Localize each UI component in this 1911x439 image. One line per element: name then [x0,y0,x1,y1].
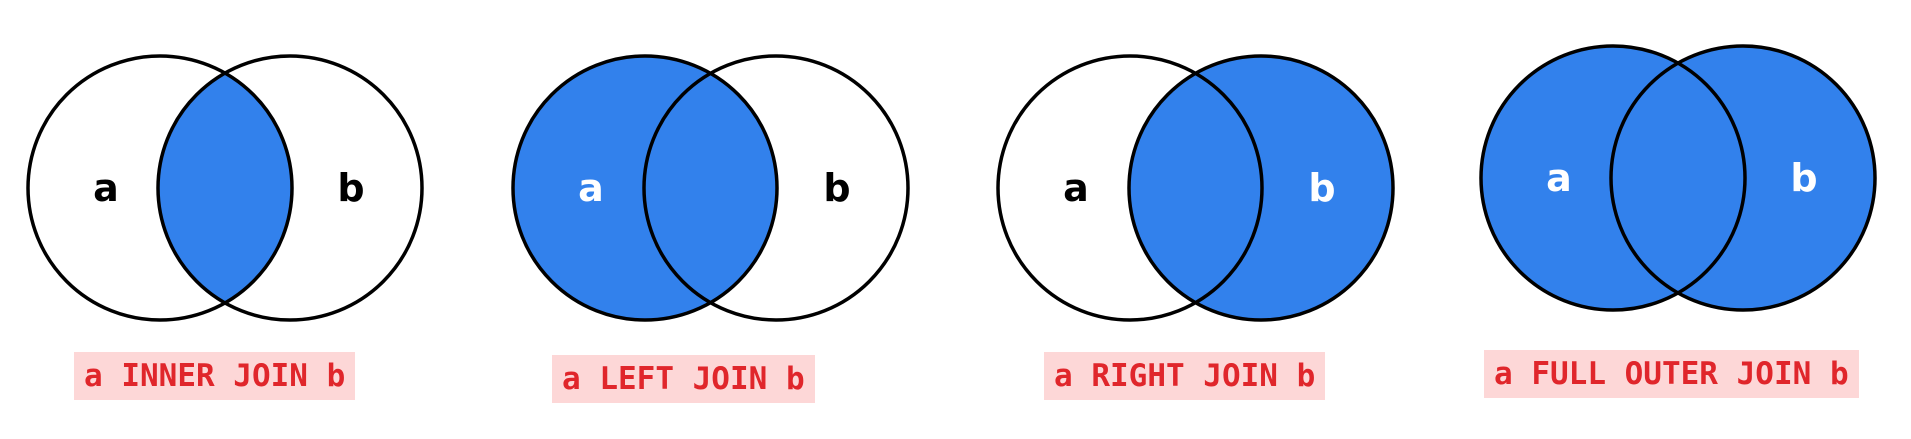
venn-inner-join: ab [26,54,424,322]
set-b-label: b [1308,166,1335,210]
caption-right-join: a RIGHT JOIN b [1044,352,1326,400]
caption-full-outer-join: a FULL OUTER JOIN b [1484,350,1859,398]
set-a-label: a [1063,166,1089,210]
set-a-label: a [1546,156,1572,200]
caption-inner-join: a INNER JOIN b [74,352,356,400]
venn-right-join: ab [996,54,1395,322]
set-b-label: b [1790,156,1817,200]
caption-left-join: a LEFT JOIN b [552,355,815,403]
venn-full-outer-join: ab [1479,44,1877,312]
set-b-label: b [823,166,850,210]
set-a-label: a [578,166,604,210]
set-b-label: b [337,166,364,210]
set-a-label: a [93,166,119,210]
venn-left-join: ab [511,54,910,322]
